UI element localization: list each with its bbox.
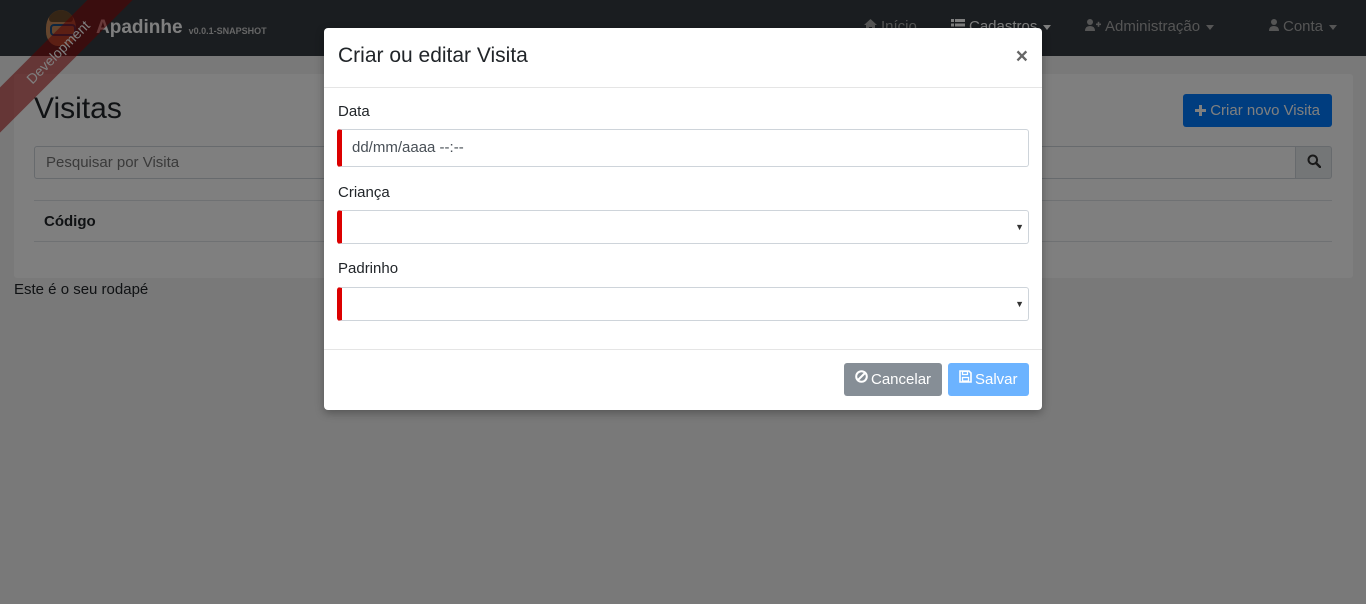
dropdown-arrow-icon: ▼ — [1015, 299, 1024, 309]
crianca-field-label: Criança — [338, 184, 390, 201]
ban-icon — [855, 362, 868, 395]
visita-edit-modal: Criar ou editar Visita × Data dd/mm/aaaa… — [324, 28, 1042, 410]
close-icon[interactable]: × — [1016, 46, 1028, 67]
dropdown-arrow-icon: ▼ — [1015, 222, 1024, 232]
save-button-label: Salvar — [975, 371, 1018, 388]
cancel-button-label: Cancelar — [871, 371, 932, 388]
save-button[interactable]: Salvar — [948, 363, 1029, 396]
save-icon — [959, 362, 972, 395]
modal-title: Criar ou editar Visita — [338, 44, 528, 67]
modal-footer: Cancelar Salvar — [324, 349, 1042, 410]
padrinho-field-label: Padrinho — [338, 260, 399, 277]
data-field-label: Data — [338, 103, 370, 120]
padrinho-select[interactable]: ▼ — [337, 287, 1029, 321]
data-datetime-input[interactable]: dd/mm/aaaa --:-- — [337, 129, 1029, 167]
modal-header: Criar ou editar Visita × — [324, 28, 1042, 88]
cancel-button[interactable]: Cancelar — [844, 362, 943, 396]
crianca-select[interactable]: ▼ — [337, 210, 1029, 244]
